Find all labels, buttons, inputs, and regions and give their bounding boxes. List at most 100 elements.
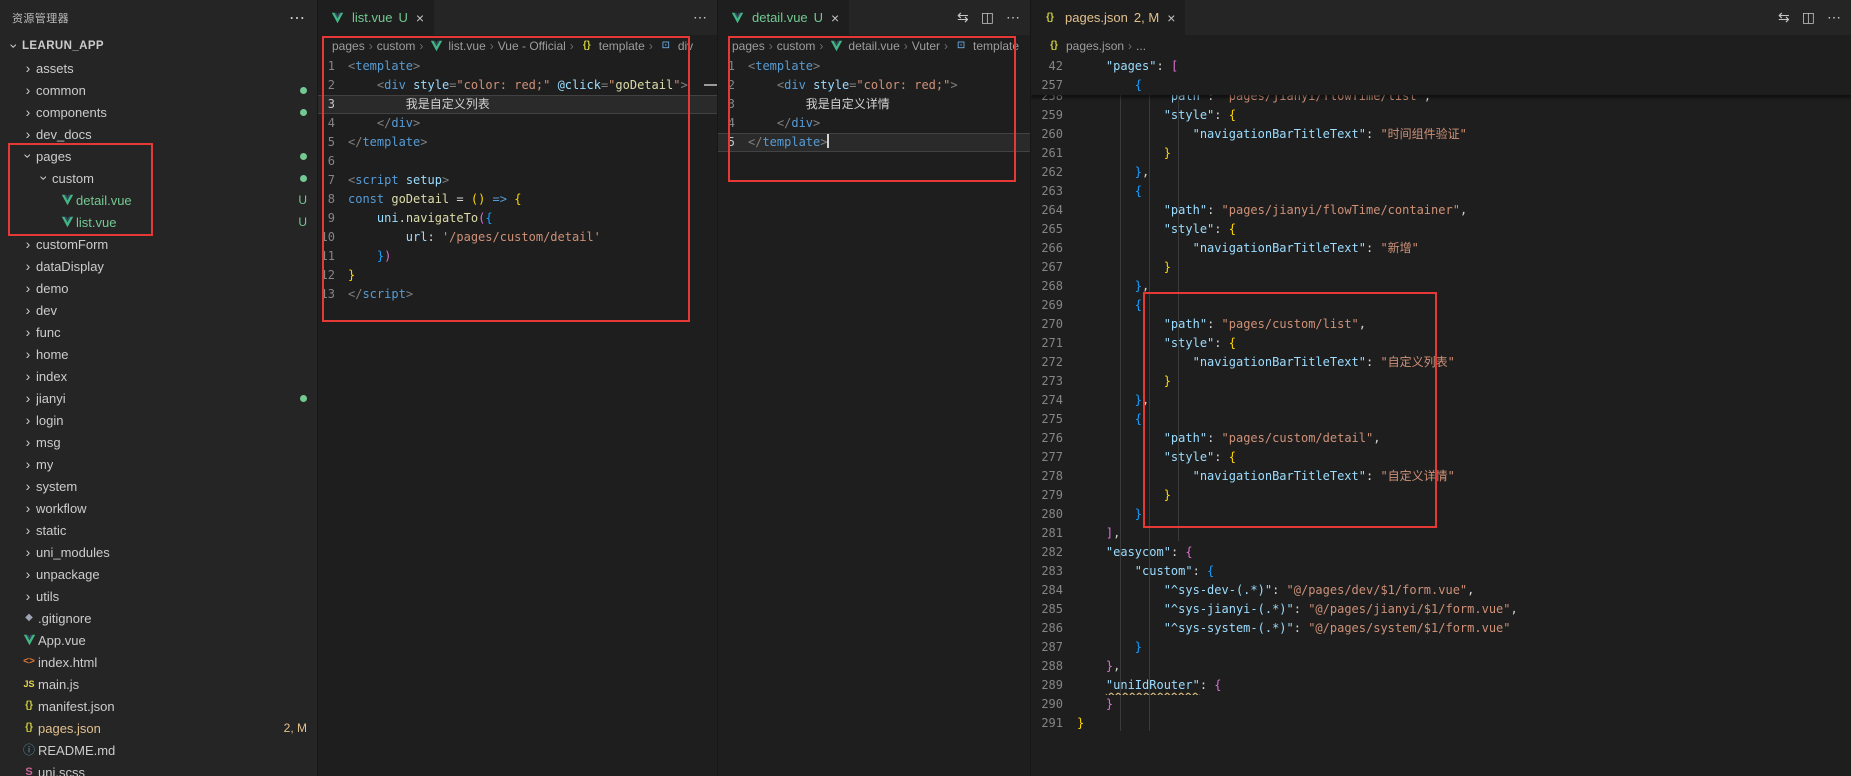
tree-item-index[interactable]: ›index xyxy=(0,365,317,387)
code-line[interactable]: 266 "navigationBarTitleText": "新增" xyxy=(1031,239,1851,258)
code-line[interactable]: 42 "pages": [ xyxy=(1031,57,1851,76)
close-icon[interactable]: × xyxy=(416,10,424,26)
breadcrumb-item-[interactable]: ... xyxy=(1136,39,1146,53)
code-line[interactable]: 289 "uniIdRouter": { xyxy=(1031,676,1851,695)
breadcrumb-item-list-vue[interactable]: list.vue xyxy=(427,39,485,53)
tree-item-utils[interactable]: ›utils xyxy=(0,585,317,607)
tree-item-pages[interactable]: ›pages xyxy=(0,145,317,167)
tree-item-assets[interactable]: ›assets xyxy=(0,57,317,79)
breadcrumb-item-pages[interactable]: pages xyxy=(332,39,365,53)
tree-item-func[interactable]: ›func xyxy=(0,321,317,343)
code-line[interactable]: 12} xyxy=(318,266,717,285)
code-line[interactable]: 272 "navigationBarTitleText": "自定义列表" xyxy=(1031,353,1851,372)
tree-item-msg[interactable]: ›msg xyxy=(0,431,317,453)
code-line[interactable]: 268 }, xyxy=(1031,277,1851,296)
split-editor-icon[interactable]: ◫ xyxy=(1802,9,1815,26)
tree-item-readme-md[interactable]: ⓘREADME.md xyxy=(0,739,317,761)
tree-item-list-vue[interactable]: list.vueU xyxy=(0,211,317,233)
code-line[interactable]: 287 } xyxy=(1031,638,1851,657)
tree-item-gitignore[interactable]: ◆.gitignore xyxy=(0,607,317,629)
tree-item-index-html[interactable]: <>index.html xyxy=(0,651,317,673)
breadcrumb-item-pages[interactable]: pages xyxy=(732,39,765,53)
code-line[interactable]: 265 "style": { xyxy=(1031,220,1851,239)
more-actions-icon[interactable]: ⋯ xyxy=(693,9,707,26)
code-line[interactable]: 259 "style": { xyxy=(1031,106,1851,125)
code-line[interactable]: 3 我是自定义列表 xyxy=(318,95,717,114)
code-line[interactable]: 267 } xyxy=(1031,258,1851,277)
code-line[interactable]: 1<template> xyxy=(718,57,1030,76)
tree-item-uni-scss[interactable]: Suni.scss xyxy=(0,761,317,776)
breadcrumb-item-div[interactable]: ⊡div xyxy=(657,39,693,53)
breadcrumb-item-custom[interactable]: custom xyxy=(377,39,416,53)
tree-item-my[interactable]: ›my xyxy=(0,453,317,475)
code-line[interactable]: 285 "^sys-jianyi-(.*)": "@/pages/jianyi/… xyxy=(1031,600,1851,619)
code-line[interactable]: 288 }, xyxy=(1031,657,1851,676)
tree-item-dev[interactable]: ›dev xyxy=(0,299,317,321)
code-line[interactable]: 278 "navigationBarTitleText": "自定义详情" xyxy=(1031,467,1851,486)
tree-item-customform[interactable]: ›customForm xyxy=(0,233,317,255)
tree-item-pages-json[interactable]: {}pages.json2, M xyxy=(0,717,317,739)
code-line[interactable]: 3 我是自定义详情 xyxy=(718,95,1030,114)
tree-item-manifest-json[interactable]: {}manifest.json xyxy=(0,695,317,717)
code-line[interactable]: 6 xyxy=(318,152,717,171)
tree-item-login[interactable]: ›login xyxy=(0,409,317,431)
tree-item-system[interactable]: ›system xyxy=(0,475,317,497)
tree-item-datadisplay[interactable]: ›dataDisplay xyxy=(0,255,317,277)
code-line[interactable]: 10 url: '/pages/custom/detail' xyxy=(318,228,717,247)
code-line[interactable]: 264 "path": "pages/jianyi/flowTime/conta… xyxy=(1031,201,1851,220)
code-line[interactable]: 11 }) xyxy=(318,247,717,266)
tree-item-home[interactable]: ›home xyxy=(0,343,317,365)
tree-item-custom[interactable]: ›custom xyxy=(0,167,317,189)
breadcrumb-item-vue-official[interactable]: Vue - Official xyxy=(498,39,566,53)
code-line[interactable]: 277 "style": { xyxy=(1031,448,1851,467)
code-line[interactable]: 280 } xyxy=(1031,505,1851,524)
code-line[interactable]: 291} xyxy=(1031,714,1851,733)
code-line[interactable]: 274 }, xyxy=(1031,391,1851,410)
code-line[interactable]: 13</script> xyxy=(318,285,717,304)
code-line[interactable]: 2 <div style="color: red;" @click="goDet… xyxy=(318,76,717,95)
code-line[interactable]: 262 }, xyxy=(1031,163,1851,182)
code-line[interactable]: 4 </div> xyxy=(718,114,1030,133)
close-icon[interactable]: × xyxy=(831,10,839,26)
tree-item-main-js[interactable]: JSmain.js xyxy=(0,673,317,695)
code-line[interactable]: 281 ], xyxy=(1031,524,1851,543)
code-line[interactable]: 271 "style": { xyxy=(1031,334,1851,353)
code-line[interactable]: 7<script setup> xyxy=(318,171,717,190)
code-line[interactable]: 2 <div style="color: red;"> xyxy=(718,76,1030,95)
code-line[interactable]: 5</template> xyxy=(318,133,717,152)
code-line[interactable]: 282 "easycom": { xyxy=(1031,543,1851,562)
code-line[interactable]: 276 "path": "pages/custom/detail", xyxy=(1031,429,1851,448)
tree-item-components[interactable]: ›components xyxy=(0,101,317,123)
tree-item-jianyi[interactable]: ›jianyi xyxy=(0,387,317,409)
code-line[interactable]: 4 </div> xyxy=(318,114,717,133)
more-actions-icon[interactable]: ⋯ xyxy=(1006,9,1020,26)
compare-changes-icon[interactable]: ⇆ xyxy=(957,9,969,26)
tab-detail-vue[interactable]: detail.vueU× xyxy=(718,0,849,35)
code-line[interactable]: 1<template> xyxy=(318,57,717,76)
breadcrumb-item-detail-vue[interactable]: detail.vue xyxy=(827,39,899,53)
tab-pages-json[interactable]: {}pages.json2, M× xyxy=(1031,0,1185,35)
code-line[interactable]: 8const goDetail = () => { xyxy=(318,190,717,209)
code-line[interactable]: 260 "navigationBarTitleText": "时间组件验证" xyxy=(1031,125,1851,144)
tree-item-detail-vue[interactable]: detail.vueU xyxy=(0,189,317,211)
breadcrumb-item-template[interactable]: {}template xyxy=(578,39,645,53)
tree-item-learun-app[interactable]: ›LEARUN_APP xyxy=(0,35,317,57)
code-line[interactable]: 290 } xyxy=(1031,695,1851,714)
code-line[interactable]: 283 "custom": { xyxy=(1031,562,1851,581)
split-editor-icon[interactable]: ◫ xyxy=(981,9,994,26)
tab-list-vue[interactable]: list.vueU× xyxy=(318,0,434,35)
more-actions-icon[interactable]: ⋯ xyxy=(1827,9,1841,26)
code-line[interactable]: 257 { xyxy=(1031,76,1851,95)
tree-item-demo[interactable]: ›demo xyxy=(0,277,317,299)
tree-item-common[interactable]: ›common xyxy=(0,79,317,101)
code-line[interactable]: 269 { xyxy=(1031,296,1851,315)
explorer-more-actions-icon[interactable]: ⋯ xyxy=(289,8,305,28)
code-line[interactable]: 284 "^sys-dev-(.*)": "@/pages/dev/$1/for… xyxy=(1031,581,1851,600)
breadcrumb-item-vuter[interactable]: Vuter xyxy=(912,39,940,53)
breadcrumb-item-pages-json[interactable]: {}pages.json xyxy=(1045,39,1124,53)
code-line[interactable]: 5</template> xyxy=(718,133,1030,152)
breadcrumb-item-template[interactable]: ⊡template xyxy=(952,39,1019,53)
compare-changes-icon[interactable]: ⇆ xyxy=(1778,9,1790,26)
code-line[interactable]: 9 uni.navigateTo({ xyxy=(318,209,717,228)
code-line[interactable]: 275 { xyxy=(1031,410,1851,429)
